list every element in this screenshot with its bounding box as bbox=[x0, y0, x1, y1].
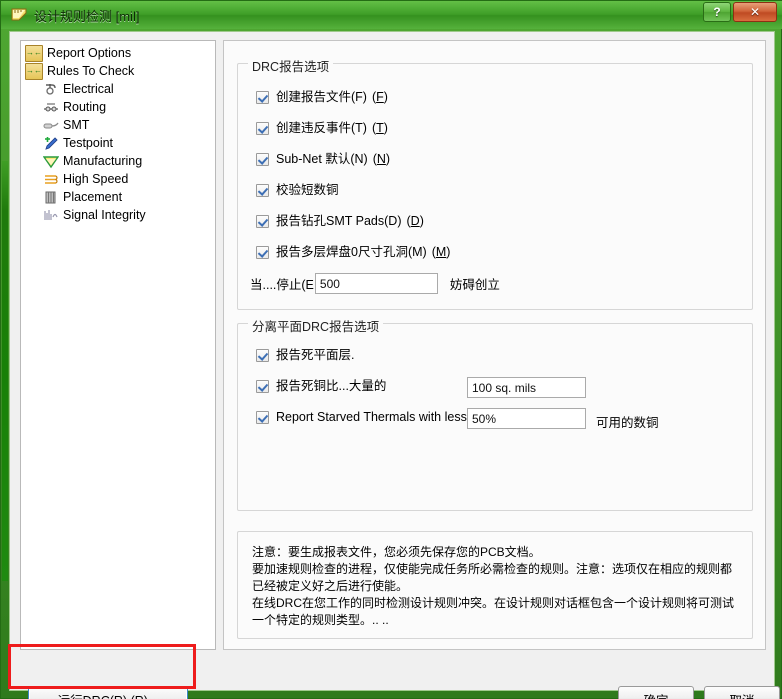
sidebar-item-label: Placement bbox=[63, 190, 123, 204]
sidebar-item-label: High Speed bbox=[63, 172, 129, 186]
checkbox-label: 校验短数铜 bbox=[276, 183, 339, 197]
checkbox-label: Report Starved Thermals with less than bbox=[276, 410, 471, 424]
ok-button[interactable]: 确定 bbox=[618, 686, 694, 699]
sidebar-item-label: Signal Integrity bbox=[63, 208, 146, 222]
drc-report-options-group: DRC报告选项 创建报告文件(F) (F) 创建违反事件(T) (T) Sub-… bbox=[237, 56, 753, 310]
checkbox-box[interactable] bbox=[256, 348, 269, 362]
accelerator: (F) bbox=[371, 90, 388, 104]
left-edge-strip bbox=[2, 161, 8, 581]
folder-icon bbox=[25, 62, 43, 80]
checkbox-report-drilled-smt-pads[interactable]: 报告钻孔SMT Pads(D) (D) bbox=[256, 214, 424, 228]
sidebar-item-label: Routing bbox=[63, 100, 107, 114]
checkbox-box[interactable] bbox=[256, 121, 269, 135]
sidebar-item-routing[interactable]: Routing bbox=[21, 98, 215, 116]
sidebar-item-placement[interactable]: Placement bbox=[21, 188, 215, 206]
manufacturing-icon bbox=[42, 154, 60, 169]
sidebar-item-label: Report Options bbox=[47, 46, 132, 60]
starved-thermals-suffix: 可用的数铜 bbox=[596, 416, 659, 430]
checkbox-report-multilayer-zero-size-holes[interactable]: 报告多层焊盘0尺寸孔洞(M) (M) bbox=[256, 245, 450, 259]
electrical-icon bbox=[43, 82, 59, 97]
checkbox-create-report-file[interactable]: 创建报告文件(F) (F) bbox=[256, 90, 388, 104]
checkbox-report-starved-thermals[interactable]: Report Starved Thermals with less than bbox=[256, 410, 471, 424]
sidebar-item-signal-integrity[interactable]: Signal Integrity bbox=[21, 206, 215, 224]
routing-icon bbox=[43, 100, 59, 115]
checkbox-label: Sub-Net 默认(N) bbox=[276, 152, 368, 166]
drc-dialog-window: 设计规则检测 [mil] ? ✕ Report Options Rules To… bbox=[0, 0, 782, 699]
sidebar-item-high-speed[interactable]: High Speed bbox=[21, 170, 215, 188]
checkbox-label: 创建违反事件(T) bbox=[276, 121, 367, 135]
checkbox-verify-shorted-copper[interactable]: 校验短数铜 bbox=[256, 183, 339, 197]
split-plane-options-group: 分离平面DRC报告选项 报告死平面层. 报告死铜比...大量的 Report S… bbox=[237, 316, 753, 511]
help-button[interactable]: ? bbox=[703, 2, 731, 22]
checkbox-box[interactable] bbox=[256, 90, 269, 104]
checkbox-label: 报告死铜比...大量的 bbox=[276, 379, 387, 393]
note-text: 注意：要生成报表文件，您必须先保存您的PCB文档。 要加速规则检查的进程，仅使能… bbox=[252, 545, 735, 627]
checkbox-box[interactable] bbox=[256, 245, 269, 259]
sidebar-item-label: Electrical bbox=[63, 82, 114, 96]
smt-icon bbox=[43, 118, 59, 133]
dialog-client-area: Report Options Rules To Check Electric bbox=[9, 31, 780, 699]
title-bar[interactable]: 设计规则检测 [mil] ? ✕ bbox=[1, 1, 782, 29]
dead-copper-threshold-input[interactable] bbox=[467, 377, 586, 398]
cancel-button[interactable]: 取消 bbox=[704, 686, 780, 699]
sidebar-item-manufacturing[interactable]: Manufacturing bbox=[21, 152, 215, 170]
testpoint-icon bbox=[43, 136, 59, 151]
placement-icon bbox=[43, 190, 59, 205]
checkbox-report-dead-plane-layers[interactable]: 报告死平面层. bbox=[256, 348, 354, 362]
window-controls: ? ✕ bbox=[703, 2, 777, 22]
accelerator: (T) bbox=[371, 121, 388, 135]
checkbox-sub-net-default[interactable]: Sub-Net 默认(N) (N) bbox=[256, 152, 390, 166]
sidebar-item-label: Rules To Check bbox=[47, 64, 135, 78]
run-drc-button[interactable]: 运行DRC(R) (R)... bbox=[28, 686, 188, 699]
checkbox-box[interactable] bbox=[256, 379, 269, 393]
accelerator: (M) bbox=[431, 245, 451, 259]
options-content-panel: DRC报告选项 创建报告文件(F) (F) 创建违反事件(T) (T) Sub-… bbox=[223, 40, 766, 650]
sidebar-item-label: Manufacturing bbox=[63, 154, 143, 168]
sidebar-item-report-options[interactable]: Report Options bbox=[21, 44, 215, 62]
signal-integrity-icon bbox=[43, 208, 59, 223]
sidebar-item-rules-to-check[interactable]: Rules To Check bbox=[21, 62, 215, 80]
window-title: 设计规则检测 [mil] bbox=[34, 8, 140, 24]
close-button[interactable]: ✕ bbox=[733, 2, 777, 22]
group-title: 分离平面DRC报告选项 bbox=[248, 316, 384, 335]
checkbox-label: 创建报告文件(F) bbox=[276, 90, 367, 104]
sidebar-item-label: SMT bbox=[63, 118, 90, 132]
note-group: 注意：要生成报表文件，您必须先保存您的PCB文档。 要加速规则检查的进程，仅使能… bbox=[237, 531, 753, 639]
checkbox-report-dead-copper[interactable]: 报告死铜比...大量的 bbox=[256, 379, 386, 393]
stop-when-row[interactable]: 当....停止(E 妨碍创立 bbox=[250, 273, 500, 294]
accelerator: (D) bbox=[406, 214, 424, 228]
starved-thermals-threshold-input[interactable] bbox=[467, 408, 586, 429]
checkbox-box[interactable] bbox=[256, 410, 269, 424]
accelerator: (N) bbox=[372, 152, 391, 166]
checkbox-label: 报告死平面层. bbox=[276, 348, 355, 362]
group-title: DRC报告选项 bbox=[248, 56, 334, 75]
stop-when-input[interactable] bbox=[314, 273, 438, 294]
window-frame: 设计规则检测 [mil] ? ✕ Report Options Rules To… bbox=[0, 0, 782, 699]
high-speed-icon bbox=[43, 172, 59, 187]
checkbox-box[interactable] bbox=[256, 183, 269, 197]
checkbox-create-violations[interactable]: 创建违反事件(T) (T) bbox=[256, 121, 388, 135]
stop-when-label: 当....停止(E bbox=[250, 278, 314, 292]
checkbox-label: 报告多层焊盘0尺寸孔洞(M) bbox=[276, 245, 427, 259]
checkbox-label: 报告钻孔SMT Pads(D) bbox=[276, 214, 402, 228]
sidebar-item-label: Testpoint bbox=[63, 136, 114, 150]
sidebar-item-electrical[interactable]: Electrical bbox=[21, 80, 215, 98]
sidebar-item-testpoint[interactable]: Testpoint bbox=[21, 134, 215, 152]
stop-when-suffix: 妨碍创立 bbox=[449, 278, 500, 292]
checkbox-box[interactable] bbox=[256, 152, 269, 166]
rules-tree-panel[interactable]: Report Options Rules To Check Electric bbox=[20, 40, 216, 650]
ruler-icon bbox=[10, 6, 28, 24]
checkbox-box[interactable] bbox=[256, 214, 269, 228]
sidebar-item-smt[interactable]: SMT bbox=[21, 116, 215, 134]
folder-icon bbox=[25, 44, 43, 62]
